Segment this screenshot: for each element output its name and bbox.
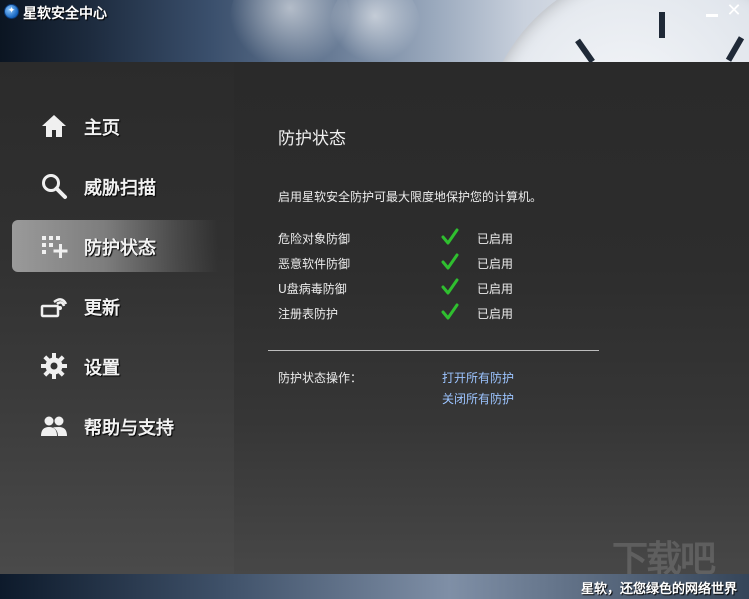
status-value: 已启用 <box>477 307 514 321</box>
sidebar-item-update[interactable]: 更新 <box>12 280 218 332</box>
check-icon <box>441 253 459 270</box>
footer-slogan: 星软，还您绿色的网络世界 <box>580 582 737 597</box>
minimize-button[interactable] <box>704 3 720 19</box>
home-icon <box>42 115 66 137</box>
page-title: 防护状态 <box>278 129 346 149</box>
operations-label: 防护状态操作： <box>278 371 363 385</box>
check-icon <box>441 303 459 320</box>
sidebar-item-label: 主页 <box>84 118 120 139</box>
status-row: 危险对象防御 已启用 <box>278 228 538 248</box>
status-name: U盘病毒防御 <box>278 282 347 296</box>
sidebar-item-label: 更新 <box>84 298 120 319</box>
status-row: 恶意软件防御 已启用 <box>278 253 538 273</box>
sidebar-item-label: 威胁扫描 <box>84 178 156 199</box>
status-row: U盘病毒防御 已启用 <box>278 278 538 298</box>
disable-all-protection-link[interactable]: 关闭所有防护 <box>442 390 514 407</box>
status-name: 恶意软件防御 <box>278 257 351 271</box>
sidebar-item-label: 设置 <box>84 358 120 379</box>
main-content: 防护状态 启用星软安全防护可最大限度地保护您的计算机。 危险对象防御 已启用 恶… <box>234 62 749 574</box>
gear-icon <box>41 353 67 379</box>
header-banner: ✦ 星软安全中心 ✕ <box>0 0 749 62</box>
status-row: 注册表防护 已启用 <box>278 303 538 323</box>
sidebar-item-label: 防护状态 <box>84 238 156 259</box>
status-value: 已启用 <box>477 232 514 246</box>
status-name: 危险对象防御 <box>278 232 351 246</box>
app-window: ✦ 星软安全中心 ✕ 主页 威胁扫描 防护状态 更新 设置 帮助与支持 防护状态… <box>0 0 749 599</box>
sidebar-item-label: 帮助与支持 <box>84 418 174 439</box>
close-button[interactable]: ✕ <box>726 0 742 21</box>
divider <box>268 350 599 351</box>
sidebar-item-help-support[interactable]: 帮助与支持 <box>12 400 218 452</box>
sidebar-item-settings[interactable]: 设置 <box>12 340 218 392</box>
users-icon <box>41 416 67 436</box>
window-title: 星软安全中心 <box>23 6 107 22</box>
sidebar-item-threat-scan[interactable]: 威胁扫描 <box>12 160 218 212</box>
sidebar-item-home[interactable]: 主页 <box>12 100 218 152</box>
search-icon <box>42 174 67 199</box>
sidebar: 主页 威胁扫描 防护状态 更新 设置 帮助与支持 <box>0 62 234 574</box>
status-name: 注册表防护 <box>278 307 339 321</box>
shield-grid-icon <box>42 236 68 258</box>
status-value: 已启用 <box>477 257 514 271</box>
update-satellite-icon <box>40 298 68 318</box>
title-bar[interactable]: ✦ 星软安全中心 ✕ <box>0 0 749 24</box>
close-icon: ✕ <box>726 0 742 21</box>
enable-all-protection-link[interactable]: 打开所有防护 <box>442 369 514 386</box>
sidebar-item-protection-status[interactable]: 防护状态 <box>12 220 218 272</box>
page-description: 启用星软安全防护可最大限度地保护您的计算机。 <box>278 190 543 204</box>
footer-bar: 星软，还您绿色的网络世界 <box>0 574 749 599</box>
check-icon <box>441 278 459 295</box>
check-icon <box>441 228 459 245</box>
status-value: 已启用 <box>477 282 514 296</box>
app-logo-icon: ✦ <box>4 4 19 19</box>
